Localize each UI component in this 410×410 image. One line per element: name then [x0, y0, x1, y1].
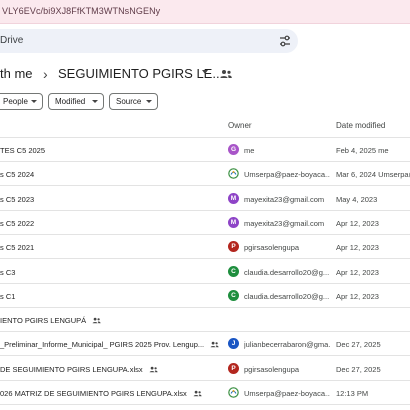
file-owner: claudia.desarrollo20@g...: [244, 291, 330, 301]
file-row[interactable]: s C1 Cclaudia.desarrollo20@g... Apr 12, 20…: [0, 284, 410, 308]
file-owner: pgirsasolengupa: [244, 243, 300, 253]
file-row[interactable]: IENTO PGIRS LENGUPÁ: [0, 308, 410, 333]
user-avatar: M: [228, 216, 239, 228]
file-owner: julianbecerrabaron@gma...: [244, 340, 330, 350]
chevron-right-icon: ›: [43, 66, 48, 82]
file-row[interactable]: s C5 2023 Mmayexita23@gmail.com May 4, 202…: [0, 187, 410, 211]
file-name: TES C5 2025: [0, 146, 46, 155]
file-date-modified: Apr 12, 2023: [336, 243, 379, 253]
file-owner: claudia.desarrollo20@g...: [244, 267, 330, 277]
file-name: s C5 2021: [0, 243, 35, 253]
file-date-modified: Dec 27, 2025: [336, 340, 381, 350]
shared-icon: [92, 317, 101, 324]
file-row[interactable]: DE SEGUIMIENTO PGIRS LENGUPA.xlsx Ppgirsa…: [0, 357, 410, 381]
file-row[interactable]: 026 MATRIZ DE SEGUIMIENTO PGIRS LENGUPA.…: [0, 381, 410, 405]
file-owner: Umserpa@paez-boyaca...: [244, 389, 330, 398]
file-row[interactable]: s C5 2021 Ppgirsasolengupa Apr 12, 2023: [0, 235, 410, 260]
people-filter-button[interactable]: People: [0, 93, 43, 110]
chevron-down-icon: [92, 100, 98, 103]
source-filter-label: Source: [116, 97, 142, 106]
shared-icon: [193, 390, 202, 397]
file-name: 026 MATRIZ DE SEGUIMIENTO PGIRS LENGUPA.…: [0, 389, 202, 398]
user-avatar: P: [228, 362, 239, 374]
search-input[interactable]: Drive: [0, 35, 23, 46]
chevron-down-icon: [31, 100, 37, 103]
owner-column-header[interactable]: Owner: [228, 121, 252, 130]
file-date-modified: Apr 12, 2023: [336, 218, 379, 228]
chevron-down-icon[interactable]: [202, 70, 208, 74]
search-bar[interactable]: Drive: [0, 29, 298, 53]
shared-folder-icon: [220, 70, 232, 78]
file-row[interactable]: _Preliminar_Informe_Municipal_ PGIRS 202…: [0, 332, 410, 357]
file-owner: Umserpa@paez-boyaca...: [244, 170, 330, 180]
file-name: DE SEGUIMIENTO PGIRS LENGUPA.xlsx: [0, 365, 158, 374]
file-name: s C1: [0, 291, 16, 301]
file-name: IENTO PGIRS LENGUPÁ: [0, 316, 101, 325]
modified-filter-label: Modified: [55, 97, 86, 106]
file-row[interactable]: s C5 2022 Mmayexita23@gmail.com Apr 12, 20…: [0, 211, 410, 235]
file-date-modified: 12:13 PM: [336, 389, 369, 398]
file-date-modified: Feb 4, 2025 me: [336, 146, 389, 155]
date-modified-column-header[interactable]: Date modified: [336, 121, 385, 130]
user-avatar: J: [228, 338, 239, 350]
breadcrumb-current-folder[interactable]: SEGUIMIENTO PGIRS LE...: [58, 66, 223, 81]
address-bar[interactable]: VLY6EVc/bi9XJ8FfKTM3WTNsNGENy: [0, 0, 410, 24]
file-owner: mayexita23@gmail.com: [244, 218, 325, 228]
file-date-modified: Apr 12, 2023: [336, 267, 379, 277]
modified-filter-button[interactable]: Modified: [48, 93, 104, 110]
file-date-modified: May 4, 2023: [336, 194, 378, 204]
file-row[interactable]: TES C5 2025 Gme Feb 4, 2025 me: [0, 138, 410, 162]
user-avatar: M: [228, 192, 239, 204]
source-filter-button[interactable]: Source: [109, 93, 158, 110]
file-row[interactable]: s C5 2024 Umserpa@paez-boyaca... Mar 6, 20…: [0, 162, 410, 187]
file-owner: mayexita23@gmail.com: [244, 194, 325, 204]
user-avatar: G: [228, 144, 239, 155]
people-filter-label: People: [3, 97, 28, 106]
file-date-modified: Mar 6, 2024 Umserpa@p: [336, 170, 410, 180]
user-avatar: P: [228, 241, 239, 253]
file-date-modified: Apr 12, 2023: [336, 291, 379, 301]
breadcrumb-parent[interactable]: th me: [0, 66, 33, 81]
file-name: _Preliminar_Informe_Municipal_ PGIRS 202…: [0, 340, 219, 349]
url-text: VLY6EVc/bi9XJ8FfKTM3WTNsNGENy: [2, 6, 161, 16]
file-name: s C5 2022: [0, 218, 35, 228]
organization-logo-icon: [228, 168, 239, 180]
file-row[interactable]: s C3 Cclaudia.desarrollo20@g... Apr 12, 20…: [0, 260, 410, 284]
user-avatar: C: [228, 289, 239, 301]
user-avatar: C: [228, 265, 239, 277]
file-date-modified: Dec 27, 2025: [336, 364, 381, 374]
file-name: s C5 2024: [0, 170, 35, 180]
file-owner: pgirsasolengupa: [244, 364, 300, 374]
shared-icon: [149, 366, 158, 372]
shared-icon: [210, 342, 219, 348]
file-name: s C5 2023: [0, 194, 35, 204]
file-name: s C3: [0, 267, 16, 277]
chevron-down-icon: [146, 100, 152, 103]
filter-options-icon[interactable]: [278, 34, 292, 48]
organization-logo-icon: [228, 387, 239, 398]
file-owner: me: [244, 146, 255, 155]
